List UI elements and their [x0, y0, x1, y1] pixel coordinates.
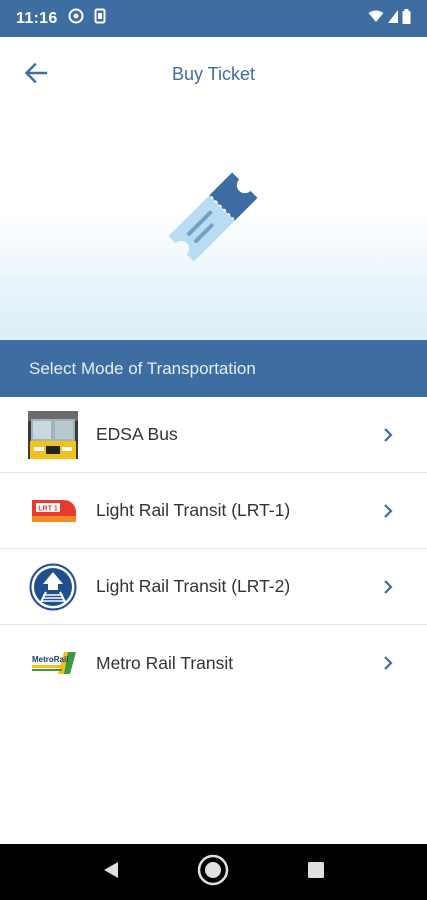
square-recents-icon [307, 861, 325, 884]
page-title: Buy Ticket [171, 64, 256, 84]
bus-logo-icon [28, 410, 78, 460]
lrt1-logo-text: LRT 1 [38, 505, 58, 512]
mode-item-mrt[interactable]: MetroRail Metro Rail Transit [0, 625, 427, 701]
battery-icon [402, 8, 411, 29]
mode-label: Light Rail Transit (LRT-2) [96, 576, 291, 596]
mode-item-lrt-1[interactable]: LRT 1 Light Rail Transit (LRT-1) [0, 473, 427, 549]
status-bar: 11:16 [0, 0, 427, 37]
chevron-right-icon [381, 502, 395, 520]
status-time: 11:16 [16, 9, 58, 27]
wifi-icon [368, 10, 384, 28]
section-header: Select Mode of Transportation [0, 340, 427, 397]
triangle-back-icon [101, 860, 121, 885]
mrt-logo-text: MetroRail [32, 655, 68, 664]
header-area: Buy Ticket [0, 37, 427, 340]
nav-back-button[interactable] [95, 856, 127, 888]
mode-label: EDSA Bus [96, 424, 178, 444]
mode-item-edsa-bus[interactable]: EDSA Bus [0, 397, 427, 473]
mode-label: Light Rail Transit (LRT-1) [96, 500, 291, 520]
home-circle-icon [197, 854, 229, 891]
chevron-right-icon [381, 654, 395, 672]
ticket-icon [160, 167, 266, 267]
nav-home-button[interactable] [197, 854, 229, 891]
sim-card-icon [94, 8, 106, 29]
sync-icon [68, 8, 84, 29]
mode-label: Metro Rail Transit [96, 652, 234, 673]
lrt2-logo-icon [28, 562, 78, 612]
mrt-logo-icon: MetroRail [28, 638, 78, 688]
chevron-right-icon [381, 426, 395, 444]
transport-mode-list: EDSA Bus LRT 1 Light Rail Transit (LRT-1… [0, 397, 427, 701]
chevron-right-icon [381, 578, 395, 596]
navigation-bar [0, 844, 427, 900]
nav-recents-button[interactable] [300, 856, 332, 888]
lrt1-logo-icon: LRT 1 [28, 486, 78, 536]
signal-icon [388, 9, 398, 28]
mode-item-lrt-2[interactable]: Light Rail Transit (LRT-2) [0, 549, 427, 625]
